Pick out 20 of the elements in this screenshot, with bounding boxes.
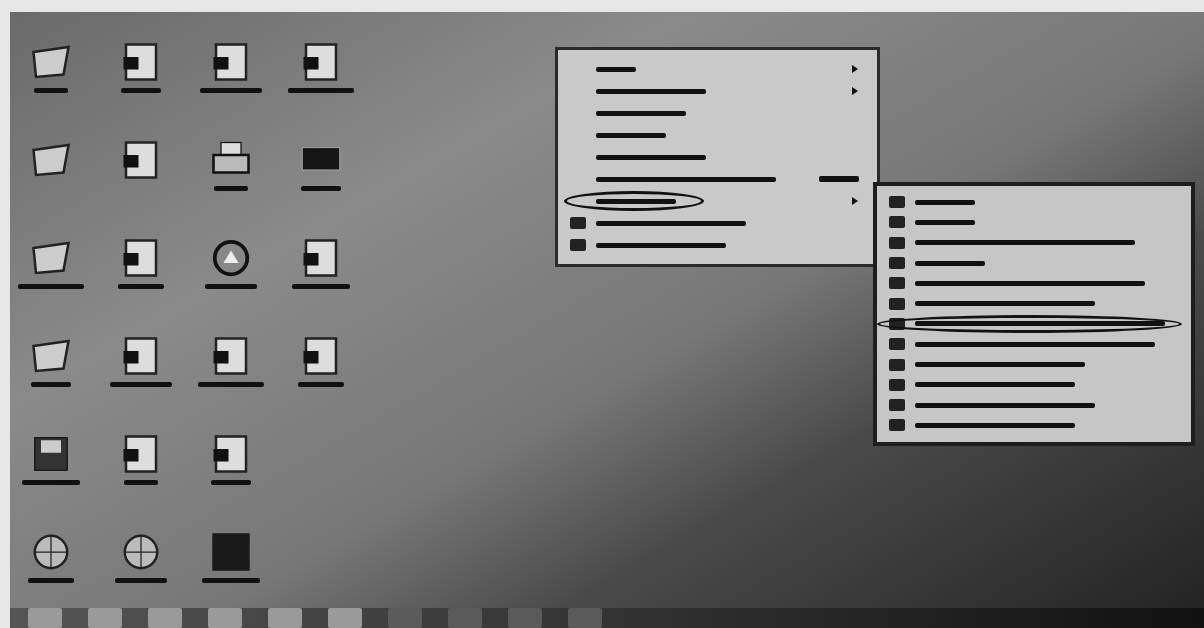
item-icon	[889, 216, 905, 229]
item-icon	[889, 399, 905, 412]
blurred-menu-item-drawing	[596, 132, 666, 138]
globe-icon[interactable]	[31, 532, 71, 572]
item-icon	[889, 196, 905, 209]
item-icon	[889, 257, 905, 270]
item-icon	[889, 338, 905, 351]
blurred-menu-item-drawing	[915, 219, 975, 225]
item-icon	[889, 297, 905, 310]
blurred-menu-item-drawing	[915, 199, 975, 205]
item-icon	[889, 419, 905, 432]
circle-icon[interactable]	[211, 238, 251, 278]
blurred-menu-item-drawing	[596, 66, 636, 72]
blurred-menu-item-drawing	[915, 260, 985, 266]
item-icon	[889, 358, 905, 371]
item-icon	[889, 236, 905, 249]
block-icon[interactable]	[211, 532, 251, 572]
globe-icon[interactable]	[121, 532, 161, 572]
item-icon	[889, 277, 905, 290]
item-icon	[889, 378, 905, 391]
